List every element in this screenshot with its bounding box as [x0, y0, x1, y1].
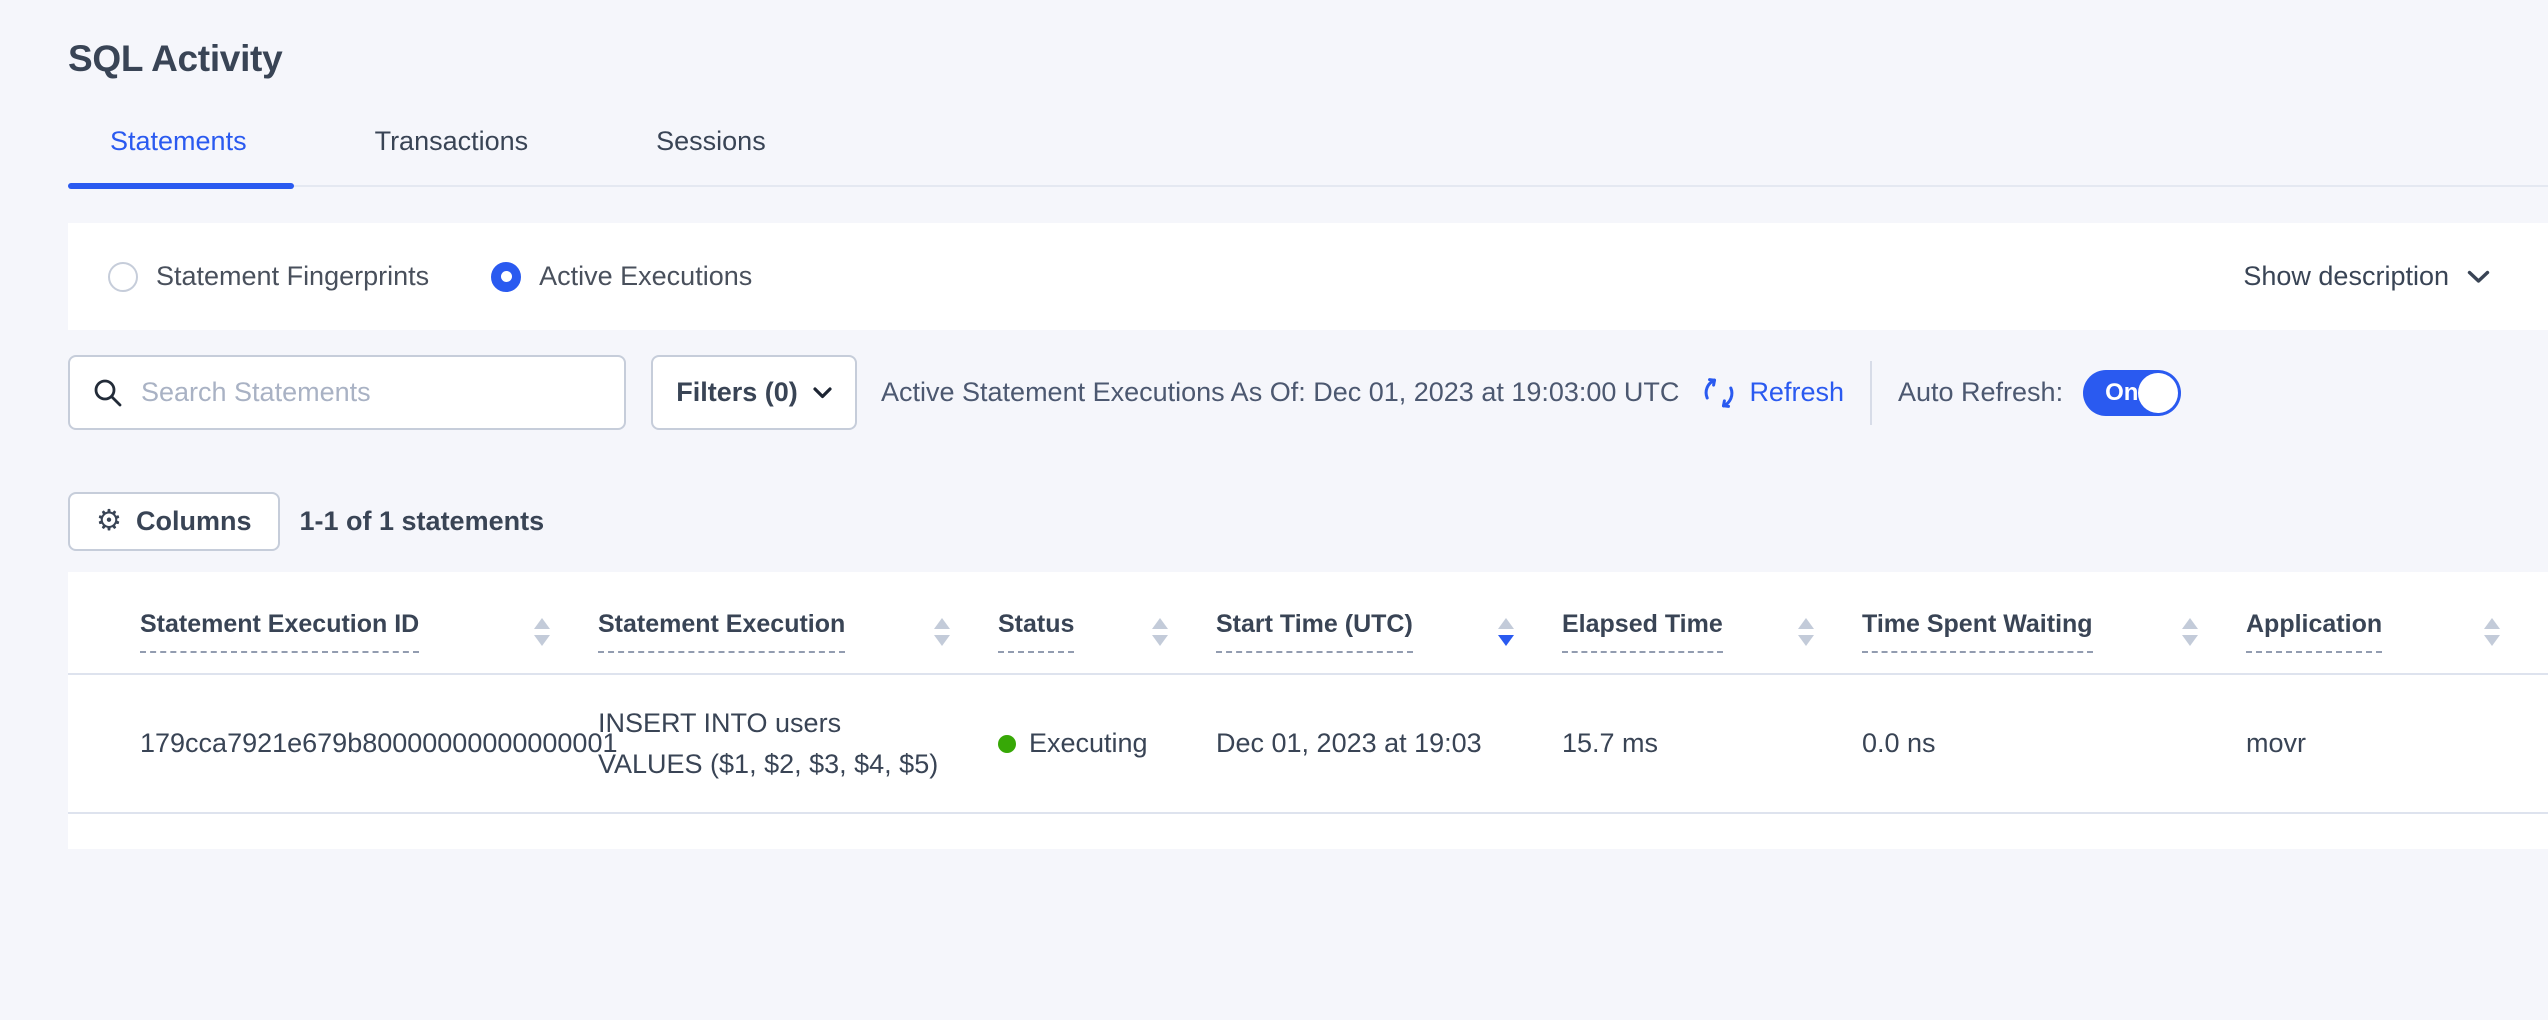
cell-start-time: Dec 01, 2023 at 19:03	[1216, 674, 1562, 813]
show-description-toggle[interactable]: Show description	[2243, 261, 2490, 292]
filters-button[interactable]: Filters (0)	[651, 355, 857, 430]
sort-icon	[1152, 618, 1168, 646]
sort-icon	[934, 618, 950, 646]
columns-button[interactable]: ⚙ Columns	[68, 492, 280, 551]
sort-icon	[1798, 618, 1814, 646]
column-header-time-spent-waiting[interactable]: Time Spent Waiting	[1862, 572, 2246, 674]
sort-icon-active-desc	[1498, 618, 1514, 646]
chevron-down-icon	[813, 387, 832, 399]
column-header-elapsed-time[interactable]: Elapsed Time	[1562, 572, 1862, 674]
gear-icon: ⚙	[96, 507, 122, 536]
column-header-start-time[interactable]: Start Time (UTC)	[1216, 572, 1562, 674]
tab-bar: Statements Transactions Sessions	[68, 126, 2548, 187]
search-icon	[92, 377, 123, 408]
cell-statement: INSERT INTO users VALUES ($1, $2, $3, $4…	[598, 674, 998, 813]
radio-label: Statement Fingerprints	[156, 261, 429, 292]
radio-active-executions[interactable]: Active Executions	[491, 261, 752, 292]
as-of-timestamp: Active Statement Executions As Of: Dec 0…	[881, 377, 1679, 408]
sort-icon	[2182, 618, 2198, 646]
radio-unselected-icon	[108, 262, 138, 292]
sql-activity-page: SQL Activity Statements Transactions Ses…	[68, 38, 2548, 849]
auto-refresh-toggle[interactable]: On	[2083, 370, 2181, 416]
show-description-label: Show description	[2243, 261, 2449, 292]
column-header-statement-execution[interactable]: Statement Execution	[598, 572, 998, 674]
auto-refresh-label: Auto Refresh:	[1898, 377, 2063, 408]
tab-transactions[interactable]: Transactions	[333, 126, 571, 187]
chevron-down-icon	[2467, 270, 2490, 284]
refresh-label: Refresh	[1749, 377, 1844, 408]
result-count: 1-1 of 1 statements	[300, 506, 545, 537]
sort-icon	[534, 618, 550, 646]
search-input[interactable]	[139, 376, 624, 409]
vertical-divider	[1870, 361, 1872, 425]
cell-time-spent-waiting: 0.0 ns	[1862, 674, 2246, 813]
sort-icon	[2484, 618, 2500, 646]
cell-elapsed-time: 15.7 ms	[1562, 674, 1862, 813]
column-header-status[interactable]: Status	[998, 572, 1216, 674]
cell-status: Executing	[998, 674, 1216, 813]
table-header-row: Statement Execution ID Statement Executi…	[68, 572, 2548, 674]
radio-selected-icon	[491, 262, 521, 292]
table-row: 179cca7921e679b80000000000000001 INSERT …	[68, 674, 2548, 813]
status-badge: Executing	[1029, 723, 1148, 764]
toggle-knob	[2138, 373, 2178, 413]
active-tab-indicator	[68, 183, 294, 189]
filters-label: Filters (0)	[676, 377, 798, 408]
view-mode-card: Statement Fingerprints Active Executions…	[68, 223, 2548, 330]
column-header-application[interactable]: Application	[2246, 572, 2548, 674]
toggle-state-label: On	[2105, 379, 2138, 407]
controls-row: Filters (0) Active Statement Executions …	[68, 355, 2548, 430]
column-header-statement-execution-id[interactable]: Statement Execution ID	[68, 572, 598, 674]
cell-execution-id: 179cca7921e679b80000000000000001	[68, 674, 598, 813]
radio-label: Active Executions	[539, 261, 752, 292]
status-dot-icon	[998, 735, 1016, 753]
refresh-icon	[1701, 375, 1737, 411]
statements-table-card: Statement Execution ID Statement Executi…	[68, 572, 2548, 849]
table-toolbar: ⚙ Columns 1-1 of 1 statements	[68, 492, 2548, 551]
search-box	[68, 355, 626, 430]
statements-table: Statement Execution ID Statement Executi…	[68, 572, 2548, 814]
page-title: SQL Activity	[68, 38, 2548, 80]
cell-application: movr	[2246, 674, 2548, 813]
columns-label: Columns	[136, 506, 252, 537]
refresh-button[interactable]: Refresh	[1701, 375, 1844, 411]
tab-sessions[interactable]: Sessions	[614, 126, 808, 187]
radio-statement-fingerprints[interactable]: Statement Fingerprints	[108, 261, 429, 292]
tab-statements[interactable]: Statements	[68, 126, 289, 187]
